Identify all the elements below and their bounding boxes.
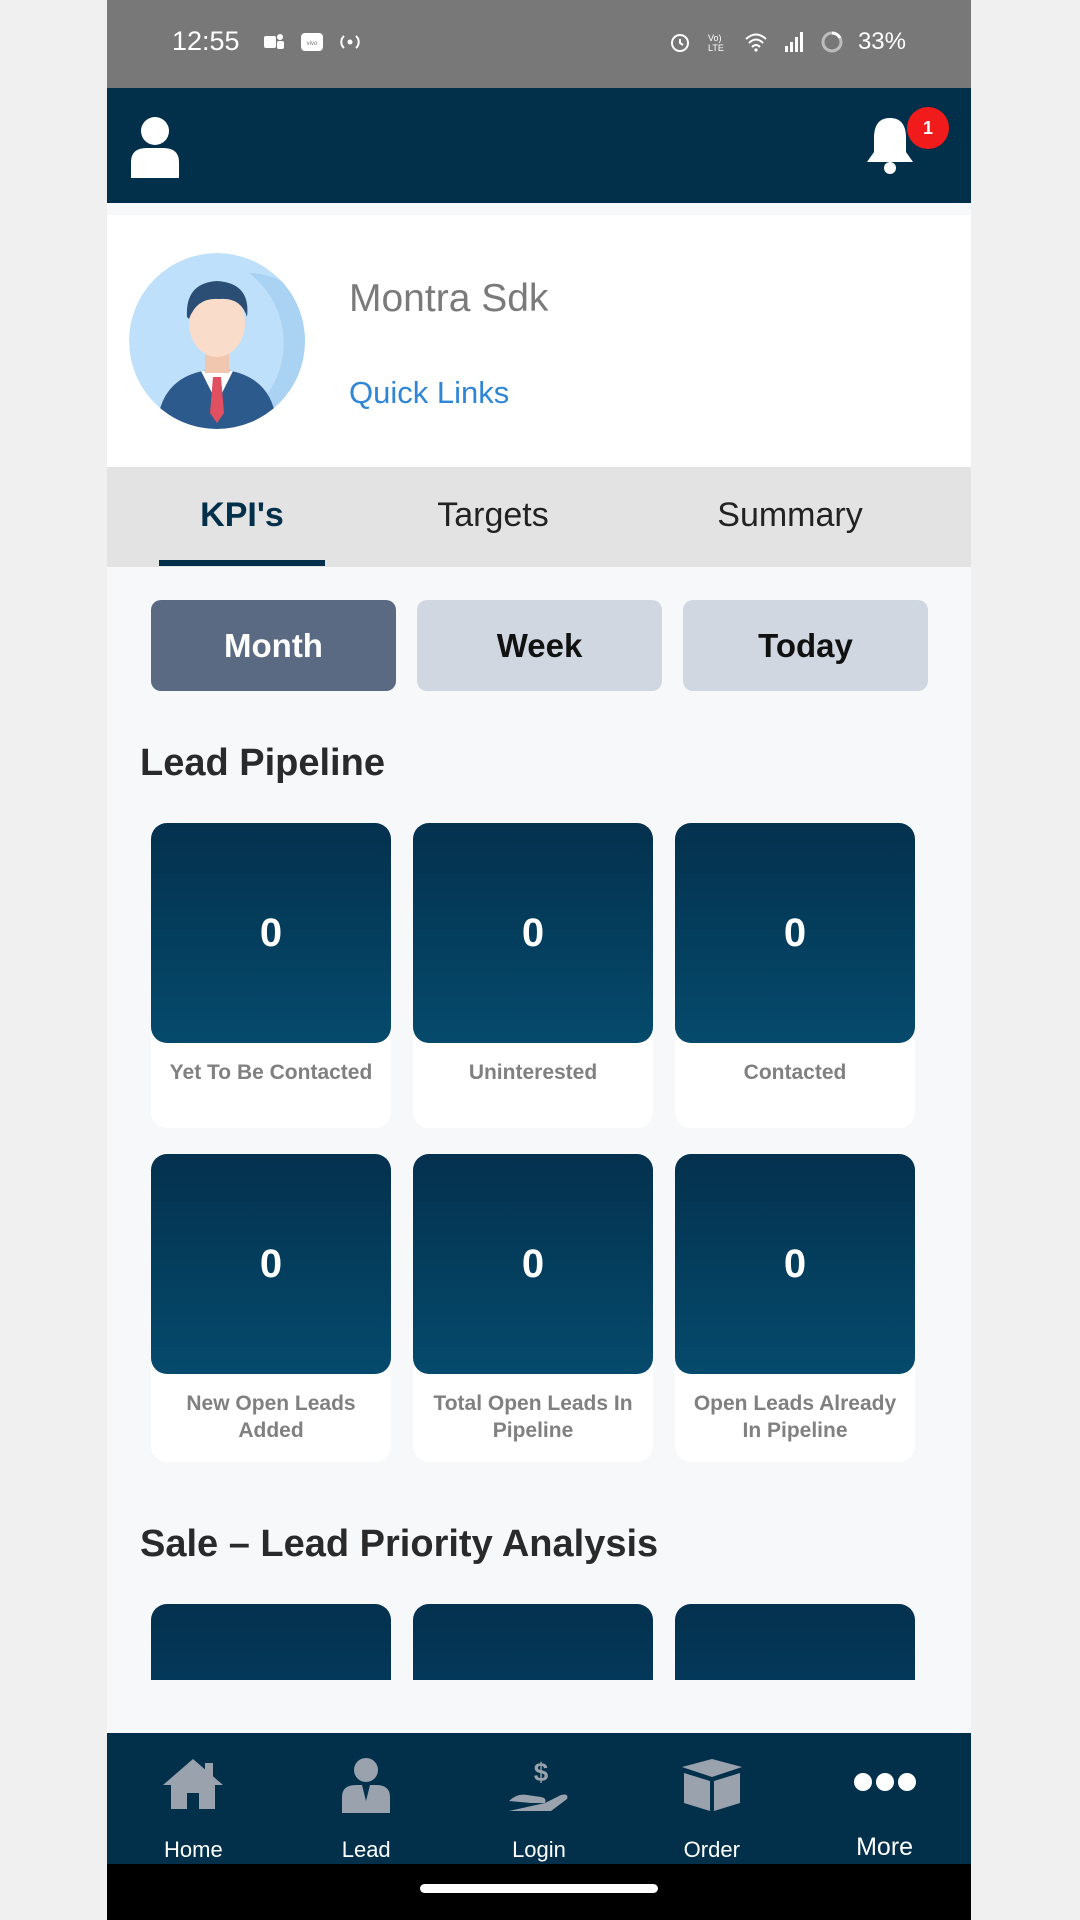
battery-ring-icon <box>821 31 843 53</box>
nav-label: Login <box>512 1837 566 1862</box>
kpi-label: Total Open Leads In Pipeline <box>433 1392 633 1442</box>
lead-person-icon <box>342 1758 391 1813</box>
period-month-button[interactable]: Month <box>151 600 396 691</box>
kpi-value: 0 <box>675 1154 915 1374</box>
more-dots-icon <box>853 1773 916 1791</box>
hotspot-icon <box>340 35 360 49</box>
kpi-card-contacted[interactable]: 0 Contacted <box>675 823 915 1128</box>
svg-text:LTE: LTE <box>708 43 724 53</box>
money-hand-icon: $ <box>508 1757 568 1811</box>
kpi-card-uninterested[interactable]: 0 Uninterested <box>413 823 653 1128</box>
nav-label: More <box>856 1833 914 1861</box>
top-app-bar: 1 <box>107 88 971 203</box>
kpi-card-new-open-leads-added[interactable]: 0 New Open Leads Added <box>151 1154 391 1462</box>
priority-card-partial[interactable] <box>413 1604 653 1680</box>
gesture-bar <box>107 1864 971 1920</box>
nav-more[interactable]: More <box>798 1733 971 1864</box>
status-time: 12:55 <box>172 26 240 56</box>
home-icon <box>163 1759 224 1809</box>
svg-text:vivo: vivo <box>307 41 318 47</box>
kpi-value: 0 <box>413 1154 653 1374</box>
status-bar: 12:55 vivo Vo) LTE 33% <box>107 0 971 88</box>
teams-icon <box>264 34 284 49</box>
kpi-label: New Open Leads Added <box>186 1392 356 1442</box>
kpi-card-total-open-leads-in-pipeline[interactable]: 0 Total Open Leads In Pipeline <box>413 1154 653 1462</box>
period-today-button[interactable]: Today <box>683 600 928 691</box>
nav-lead[interactable]: Lead <box>280 1733 453 1864</box>
kpi-value: 0 <box>151 1154 391 1374</box>
home-indicator[interactable] <box>420 1884 658 1893</box>
kpi-tabs: KPI's Targets Summary <box>107 467 971 567</box>
svg-text:$: $ <box>534 1757 549 1787</box>
signal-icon <box>784 32 803 52</box>
status-right: Vo) LTE 33% <box>668 28 906 56</box>
kpi-value: 0 <box>151 823 391 1043</box>
nav-label: Lead <box>341 1837 391 1862</box>
app-screen: 12:55 vivo Vo) LTE 33% 1 Montra Sdk Quic… <box>107 0 971 1920</box>
quick-links-link[interactable]: Quick Links <box>349 375 509 411</box>
status-left-icons: vivo <box>262 30 362 54</box>
priority-card-partial[interactable] <box>675 1604 915 1680</box>
alarm-icon <box>670 34 689 52</box>
active-tab-indicator <box>159 560 325 566</box>
wifi-icon <box>745 33 767 52</box>
svg-text:Vo): Vo) <box>708 33 722 43</box>
kpi-value: 0 <box>413 823 653 1043</box>
avatar <box>129 253 305 429</box>
kpi-label: Open Leads Already In Pipeline <box>693 1392 897 1442</box>
nav-login[interactable]: $ Login <box>453 1733 626 1864</box>
box-icon <box>681 1759 742 1811</box>
kpi-label: Yet To Be Contacted <box>169 1061 373 1084</box>
profile-name: Montra Sdk <box>349 277 549 320</box>
priority-card-partial[interactable] <box>151 1604 391 1680</box>
kpi-value: 0 <box>675 823 915 1043</box>
tab-kpis[interactable]: KPI's <box>107 467 377 567</box>
profile-card: Montra Sdk Quick Links <box>107 215 971 467</box>
nav-label: Home <box>164 1837 223 1862</box>
battery-level: 33% <box>857 28 906 55</box>
nav-home[interactable]: Home <box>107 1733 280 1864</box>
businessman-avatar-icon <box>129 253 305 429</box>
kpi-card-yet-to-be-contacted[interactable]: 0 Yet To Be Contacted <box>151 823 391 1128</box>
tab-summary[interactable]: Summary <box>609 467 971 567</box>
nav-label: Order <box>683 1837 740 1862</box>
user-profile-icon[interactable] <box>129 116 181 178</box>
nav-order[interactable]: Order <box>625 1733 798 1864</box>
lead-pipeline-title: Lead Pipeline <box>140 742 385 784</box>
bottom-navigation: Home Lead $ Login Order More <box>107 1733 971 1864</box>
period-week-button[interactable]: Week <box>417 600 662 691</box>
vivo-icon: vivo <box>301 33 323 51</box>
volte-icon: Vo)LTE <box>708 33 724 53</box>
priority-analysis-title: Sale – Lead Priority Analysis <box>140 1523 659 1565</box>
kpi-label: Contacted <box>743 1061 847 1084</box>
tab-targets[interactable]: Targets <box>377 467 609 567</box>
kpi-card-open-leads-already-in-pipeline[interactable]: 0 Open Leads Already In Pipeline <box>675 1154 915 1462</box>
notification-badge: 1 <box>907 107 949 149</box>
kpi-label: Uninterested <box>468 1061 598 1084</box>
